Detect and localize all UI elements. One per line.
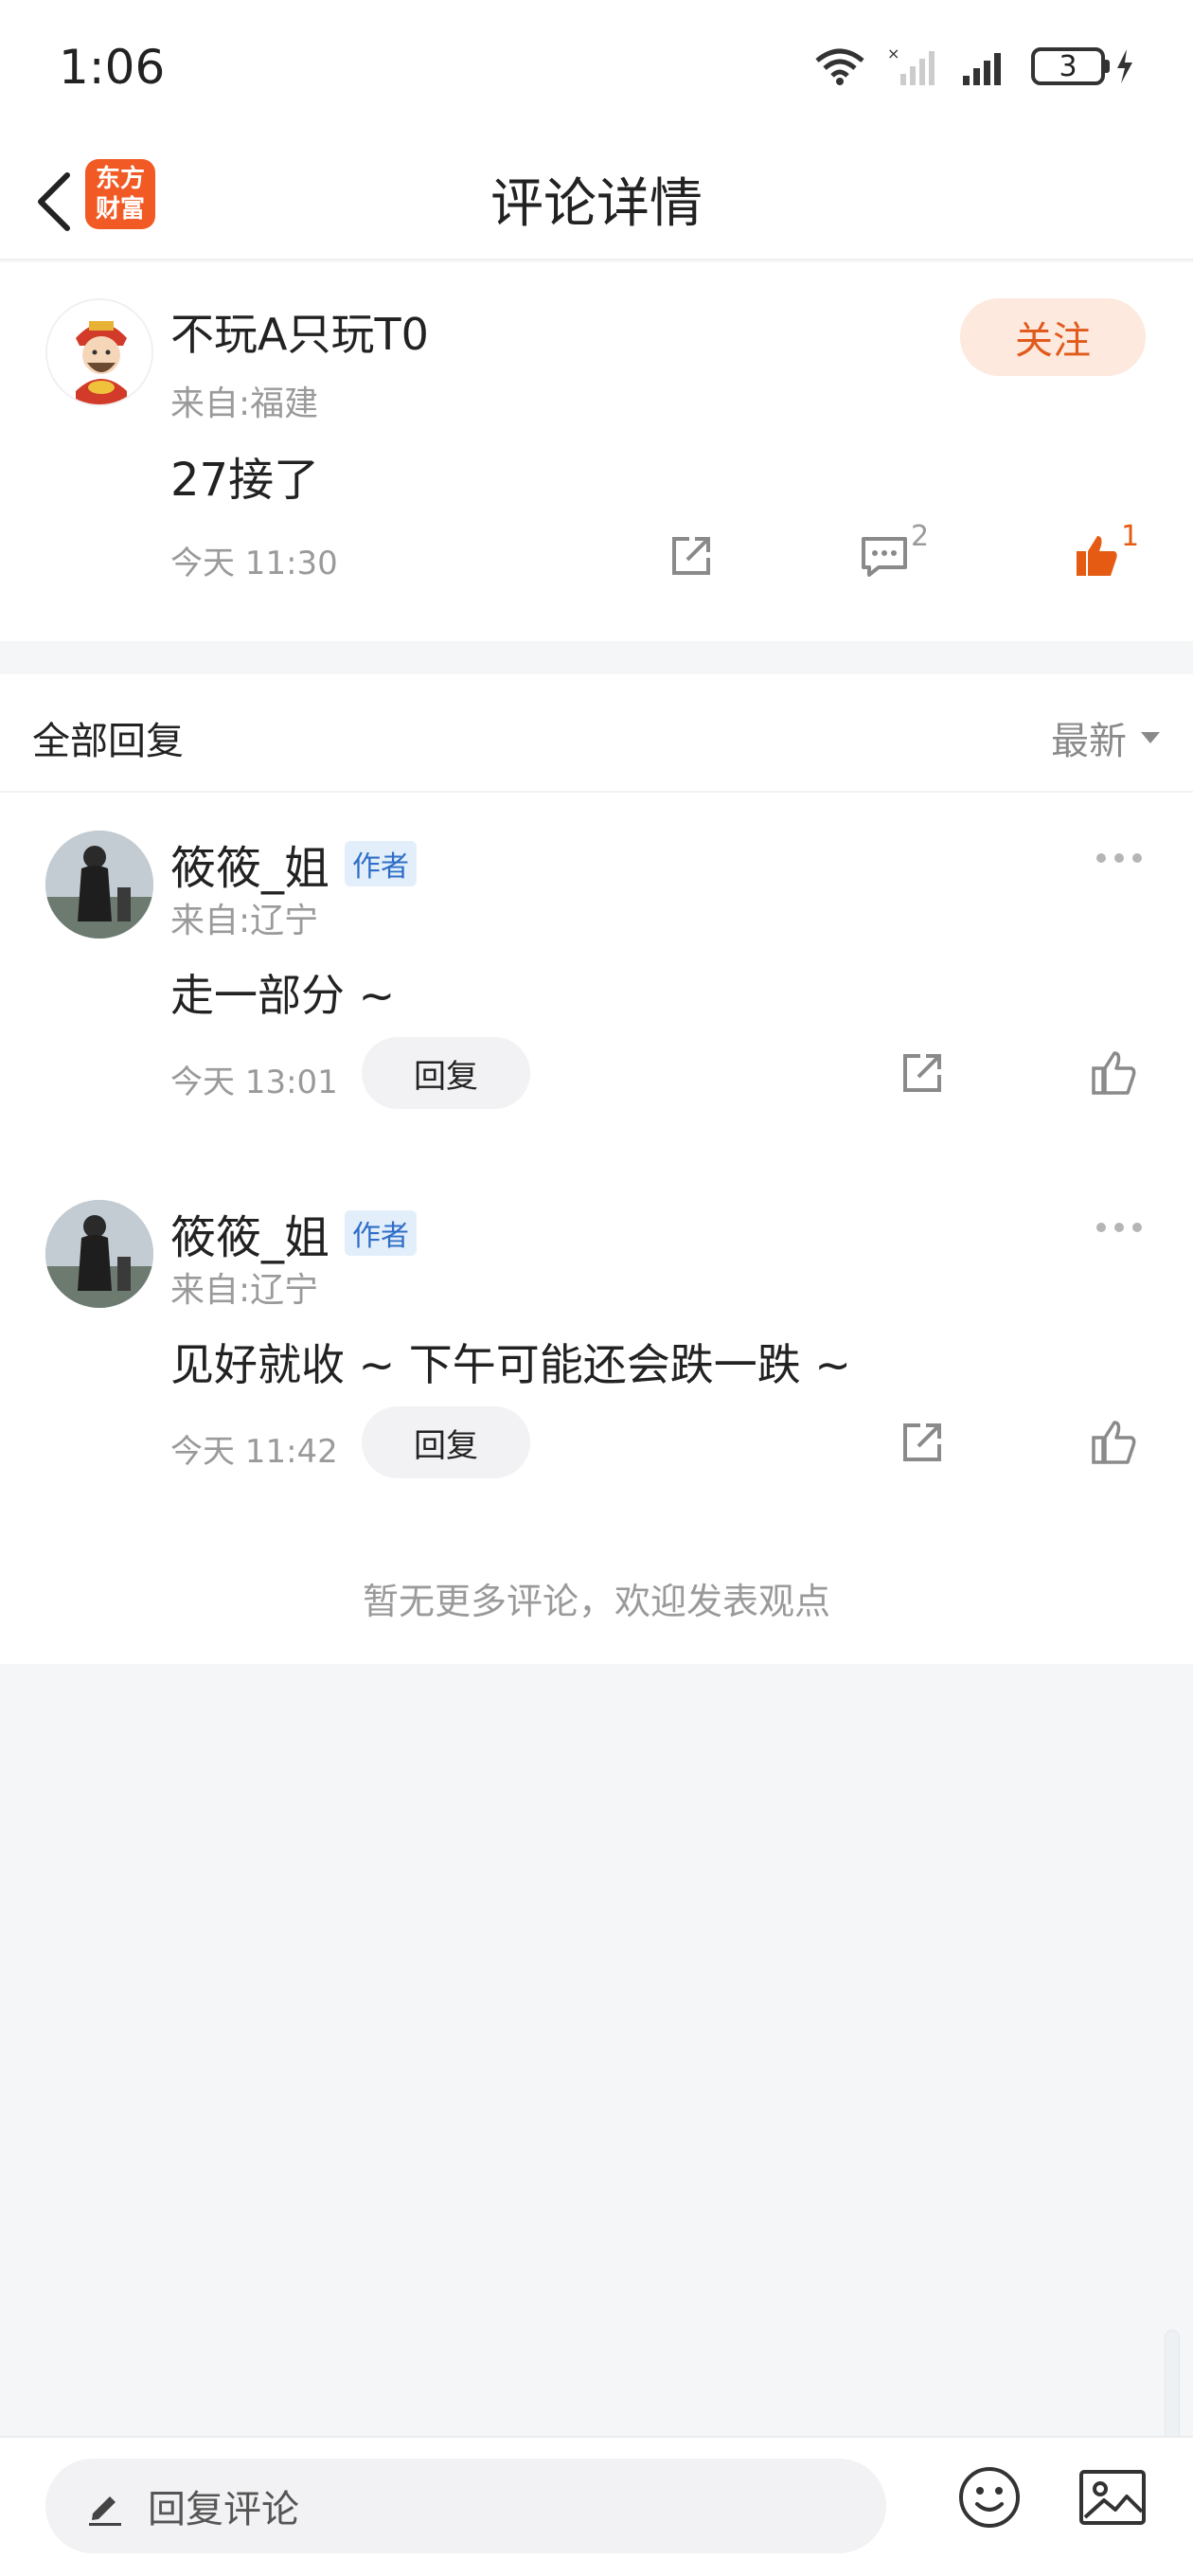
- share-button[interactable]: [894, 1414, 951, 1471]
- comment-text: 27接了: [170, 454, 320, 507]
- list-item: 筱筱_姐 作者 来自:辽宁 见好就收 ~ 下午可能还会跌一跌 ~ 今天 11:4…: [0, 1162, 1193, 1503]
- caishen-avatar-icon: [47, 300, 151, 404]
- emoji-button[interactable]: [956, 2464, 1023, 2531]
- like-button[interactable]: [1085, 1414, 1142, 1471]
- reply-button[interactable]: 回复: [362, 1037, 530, 1109]
- person-photo-icon: [45, 1200, 153, 1308]
- pencil-icon: [89, 2496, 121, 2526]
- more-options-button[interactable]: [1095, 831, 1144, 874]
- page-title: 评论详情: [490, 173, 703, 235]
- reply-text: 见好就收 ~ 下午可能还会跌一跌 ~: [170, 1339, 851, 1390]
- emoji-icon: [959, 2467, 1020, 2528]
- reply-time: 今天 13:01: [170, 1064, 338, 1101]
- sort-label: 最新: [1051, 720, 1127, 763]
- dropdown-triangle-icon: [1141, 732, 1160, 743]
- main-comment: 不玩A只玩T0 来自:福建 27接了 今天 11:30 关注 2 1: [0, 262, 1193, 641]
- status-bar: 1:06 × 3: [0, 0, 1193, 142]
- share-button[interactable]: [894, 1045, 951, 1101]
- comment-icon: [862, 537, 907, 577]
- author-badge: 作者: [345, 841, 418, 886]
- svg-text:×: ×: [887, 45, 899, 63]
- status-icons: × 3: [813, 45, 1136, 87]
- location: 来自:福建: [170, 385, 319, 423]
- comment-time: 今天 11:30: [170, 545, 338, 582]
- location: 来自:辽宁: [170, 1271, 319, 1310]
- share-icon: [903, 1054, 941, 1092]
- section-title: 全部回复: [32, 720, 184, 763]
- like-count: 1: [1121, 520, 1140, 553]
- replies-header: 全部回复 最新: [0, 674, 1193, 793]
- reply-time: 今天 11:42: [170, 1433, 338, 1471]
- more-options-button[interactable]: [1095, 1200, 1144, 1243]
- more-dots-icon: [1096, 853, 1142, 863]
- follow-button[interactable]: 关注: [960, 298, 1146, 376]
- like-button[interactable]: [1068, 528, 1125, 584]
- image-button[interactable]: [1077, 2464, 1148, 2531]
- thumbs-up-outline-icon: [1092, 1051, 1136, 1095]
- share-icon: [903, 1423, 941, 1461]
- battery-icon: 3: [1031, 47, 1136, 85]
- avatar[interactable]: [45, 831, 153, 939]
- thumbs-up-icon: [1077, 536, 1117, 576]
- comment-button[interactable]: [856, 528, 913, 584]
- username[interactable]: 筱筱_姐: [170, 1200, 329, 1266]
- location: 来自:辽宁: [170, 902, 319, 940]
- image-icon: [1079, 2470, 1146, 2525]
- username[interactable]: 筱筱_姐: [170, 831, 329, 897]
- avatar[interactable]: [45, 298, 153, 406]
- username[interactable]: 不玩A只玩T0: [170, 300, 429, 363]
- reply-text: 走一部分 ~: [170, 970, 396, 1021]
- bottom-bar: 回复评论: [0, 2436, 1193, 2576]
- signal-icon: [963, 53, 1001, 85]
- thumbs-up-outline-icon: [1092, 1421, 1136, 1464]
- avatar[interactable]: [45, 1200, 153, 1308]
- author-badge: 作者: [345, 1210, 418, 1256]
- reply-count: 2: [911, 520, 930, 553]
- share-button[interactable]: [663, 528, 720, 584]
- reply-input-placeholder: 回复评论: [148, 2488, 299, 2531]
- nav-bar: 东方财富 评论详情: [0, 142, 1193, 260]
- charging-bolt-icon: [1117, 49, 1132, 83]
- wifi-icon: [815, 48, 864, 85]
- share-icon: [672, 537, 710, 575]
- sort-dropdown[interactable]: 最新: [1051, 710, 1161, 765]
- list-item: 筱筱_姐 作者 来自:辽宁 走一部分 ~ 今天 13:01 回复: [0, 793, 1193, 1134]
- reply-input[interactable]: 回复评论: [45, 2459, 886, 2553]
- more-dots-icon: [1096, 1223, 1142, 1232]
- person-photo-icon: [45, 831, 153, 939]
- signal-off-icon: ×: [887, 45, 935, 85]
- status-time: 1:06: [59, 40, 166, 95]
- battery-level: 3: [1031, 47, 1105, 85]
- reply-list: 筱筱_姐 作者 来自:辽宁 走一部分 ~ 今天 13:01 回复 筱筱_姐 作者…: [0, 793, 1193, 1664]
- no-more-comments-note: 暂无更多评论，欢迎发表观点: [362, 1581, 830, 1622]
- like-button[interactable]: [1085, 1045, 1142, 1101]
- reply-button[interactable]: 回复: [362, 1406, 530, 1478]
